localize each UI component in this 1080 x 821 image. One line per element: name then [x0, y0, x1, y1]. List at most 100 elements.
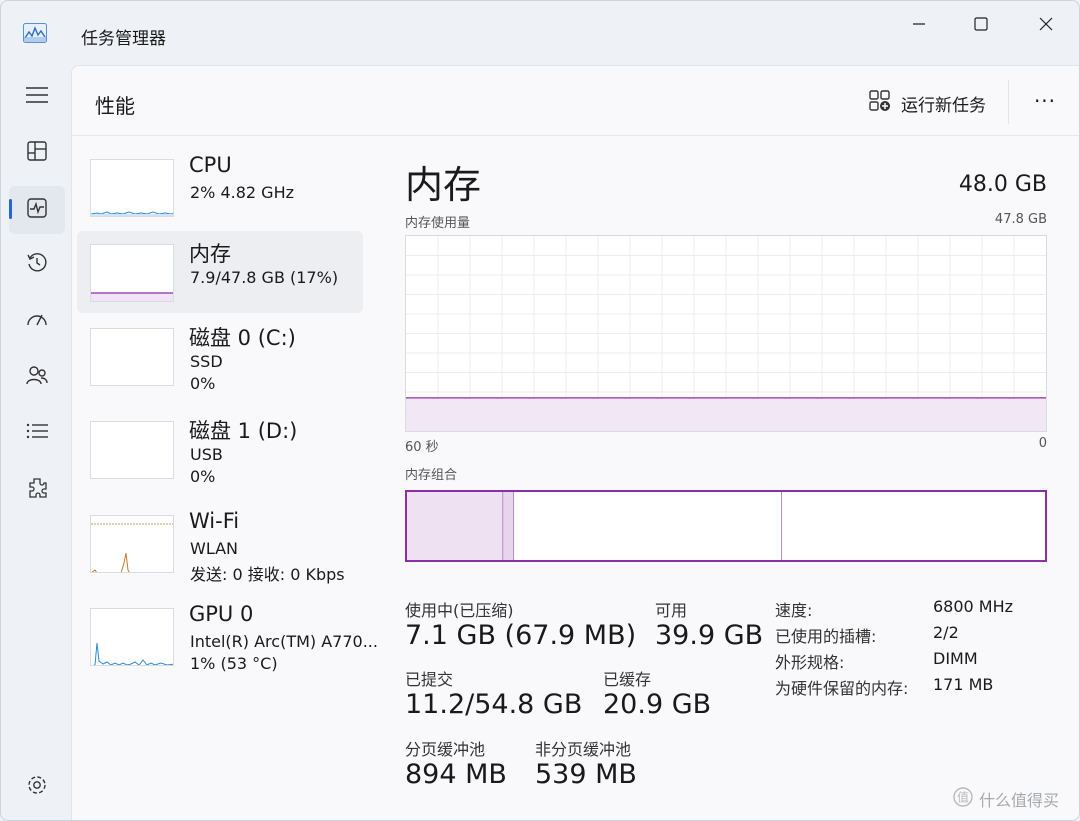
close-button[interactable]	[1023, 9, 1069, 39]
nav-app-history[interactable]	[9, 241, 65, 289]
watermark: 值 什么值得买	[953, 787, 1059, 811]
usage-graph-max: 47.8 GB	[994, 212, 1047, 227]
disk0-thumbnail-graph	[90, 328, 174, 386]
more-icon: ···	[1033, 89, 1057, 113]
device-name: 磁盘 0 (C:)	[189, 326, 296, 350]
device-detail: WLAN	[190, 539, 239, 558]
spec-speed-key: 速度:	[775, 601, 813, 620]
startup-icon	[26, 309, 48, 333]
details-icon	[26, 423, 48, 443]
device-name: CPU	[189, 153, 232, 177]
new-task-icon	[869, 89, 891, 117]
menu-icon	[26, 87, 48, 107]
device-name: GPU 0	[189, 602, 254, 626]
services-icon	[26, 477, 48, 503]
cpu-thumbnail-graph	[90, 159, 174, 217]
memory-title: 内存	[405, 163, 482, 207]
paged-pool-label: 分页缓冲池	[405, 740, 486, 759]
nav-users[interactable]	[9, 353, 65, 401]
graph-axis-left: 60 秒	[405, 440, 439, 455]
device-name: 磁盘 1 (D:)	[189, 419, 298, 443]
app-title: 任务管理器	[81, 29, 166, 49]
usage-graph-label: 内存使用量	[405, 216, 471, 231]
header-divider	[1008, 80, 1009, 124]
committed-label: 已提交	[405, 670, 454, 689]
run-new-task-label: 运行新任务	[901, 95, 986, 116]
nonpaged-pool-label: 非分页缓冲池	[535, 740, 632, 759]
spec-reserved-value: 171 MB	[933, 675, 994, 694]
watermark-text: 什么值得买	[979, 791, 1060, 810]
nav-menu-button[interactable]	[9, 73, 65, 121]
device-name: 内存	[189, 242, 231, 266]
run-new-task-button[interactable]: 运行新任务	[869, 88, 986, 118]
performance-icon	[27, 198, 47, 222]
watermark-logo-icon: 值	[953, 787, 973, 811]
spec-slots-key: 已使用的插槽:	[775, 627, 877, 646]
device-detail: SSD	[190, 352, 223, 371]
device-item-disk1[interactable]: 磁盘 1 (D:) USB 0%	[77, 408, 363, 490]
nav-services[interactable]	[9, 466, 65, 514]
committed-value: 11.2/54.8 GB	[405, 689, 583, 720]
device-detail: 7.9/47.8 GB (17%)	[190, 268, 339, 287]
processes-icon	[27, 141, 47, 165]
disk1-thumbnail-graph	[90, 421, 174, 479]
composition-label: 内存组合	[405, 468, 458, 483]
nav-settings[interactable]	[9, 763, 65, 811]
spec-reserved-key: 为硬件保留的内存:	[775, 679, 909, 698]
device-detail: 2% 4.82 GHz	[190, 183, 295, 202]
spec-form-value: DIMM	[933, 649, 978, 668]
nav-processes[interactable]	[9, 129, 65, 177]
device-item-cpu[interactable]: CPU 2% 4.82 GHz	[77, 146, 363, 228]
nav-startup[interactable]	[9, 297, 65, 345]
graph-axis-right: 0	[1038, 436, 1047, 451]
spec-speed-value: 6800 MHz	[933, 597, 1014, 616]
memory-total: 48.0 GB	[958, 172, 1047, 197]
in-use-value: 7.1 GB (67.9 MB)	[405, 620, 637, 651]
app-history-icon	[26, 252, 48, 278]
device-item-disk0[interactable]: 磁盘 0 (C:) SSD 0%	[77, 315, 363, 397]
minimize-button[interactable]	[896, 9, 942, 39]
task-manager-window: 任务管理器 性能 运行新任务 ··· CPU 2% 4.82 GHz 内存 7.…	[0, 0, 1080, 821]
memory-usage-graph	[405, 235, 1047, 432]
svg-text:值: 值	[957, 790, 969, 805]
page-header: 性能 运行新任务 ···	[72, 66, 1079, 136]
nav-details[interactable]	[9, 409, 65, 457]
memory-composition-bar	[405, 490, 1047, 562]
active-nav-indicator	[9, 199, 12, 219]
paged-pool-value: 894 MB	[405, 759, 507, 790]
nonpaged-pool-value: 539 MB	[535, 759, 637, 790]
device-usage: 0%	[190, 374, 216, 393]
device-throughput: 发送: 0 接收: 0 Kbps	[190, 565, 345, 584]
device-usage: 0%	[190, 467, 216, 486]
device-name: Wi-Fi	[189, 509, 240, 533]
gpu0-thumbnail-graph	[90, 608, 174, 666]
settings-icon	[26, 774, 48, 800]
device-item-wifi[interactable]: Wi-Fi WLAN 发送: 0 接收: 0 Kbps	[77, 502, 363, 584]
memory-detail-pane: 内存 48.0 GB 内存使用量 47.8 GB 60 秒 0 内存组合 使用中…	[405, 136, 1055, 816]
task-manager-app-icon	[23, 23, 47, 43]
memory-thumbnail-graph	[90, 244, 174, 302]
device-detail: Intel(R) Arc(TM) A770...	[190, 632, 378, 651]
title-bar[interactable]: 任务管理器	[1, 1, 1079, 65]
composition-in-use	[407, 492, 503, 560]
composition-modified	[502, 492, 514, 560]
in-use-label: 使用中(已压缩)	[405, 601, 514, 620]
maximize-button[interactable]	[958, 9, 1004, 39]
device-item-memory[interactable]: 内存 7.9/47.8 GB (17%)	[77, 231, 363, 313]
spec-slots-value: 2/2	[933, 623, 959, 642]
more-options-button[interactable]: ···	[1025, 86, 1065, 116]
page-title: 性能	[95, 94, 135, 118]
cached-label: 已缓存	[603, 670, 652, 689]
nav-performance[interactable]	[9, 186, 65, 234]
device-item-gpu0[interactable]: GPU 0 Intel(R) Arc(TM) A770... 1% (53 °C…	[77, 595, 378, 677]
wifi-thumbnail-graph	[90, 515, 174, 573]
device-detail: USB	[190, 445, 223, 464]
available-value: 39.9 GB	[655, 620, 764, 651]
spec-form-key: 外形规格:	[775, 653, 845, 672]
available-label: 可用	[655, 601, 688, 620]
usage-area	[406, 397, 1046, 431]
users-icon	[26, 364, 48, 390]
content-panel: 性能 运行新任务 ··· CPU 2% 4.82 GHz 内存 7.9/47.8…	[71, 65, 1079, 820]
cached-value: 20.9 GB	[603, 689, 712, 720]
device-usage: 1% (53 °C)	[190, 654, 278, 673]
